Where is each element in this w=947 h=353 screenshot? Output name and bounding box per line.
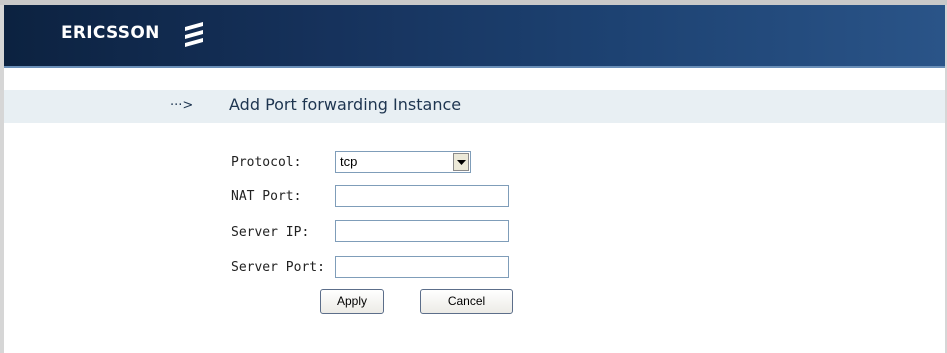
page-title: Add Port forwarding Instance [229, 95, 462, 114]
dropdown-arrow-icon[interactable] [453, 153, 469, 171]
brand-name: ERICSSON [61, 23, 160, 43]
server-ip-input[interactable] [335, 220, 509, 242]
protocol-label: Protocol: [231, 155, 302, 170]
protocol-select[interactable]: tcp [335, 151, 471, 173]
nat-port-label: NAT Port: [231, 189, 302, 204]
cancel-button[interactable]: Cancel [420, 289, 513, 314]
arrow-icon: ···> [170, 98, 194, 113]
server-port-label: Server Port: [231, 260, 325, 275]
apply-button[interactable]: Apply [320, 289, 384, 314]
ericsson-logo-icon [185, 22, 203, 47]
server-ip-label: Server IP: [231, 225, 310, 240]
page-title-bar: ···> Add Port forwarding Instance [4, 90, 945, 123]
header-banner: ERICSSON [4, 5, 945, 68]
protocol-selected-value: tcp [340, 154, 358, 169]
server-port-input[interactable] [335, 256, 509, 278]
nat-port-input[interactable] [335, 185, 509, 207]
